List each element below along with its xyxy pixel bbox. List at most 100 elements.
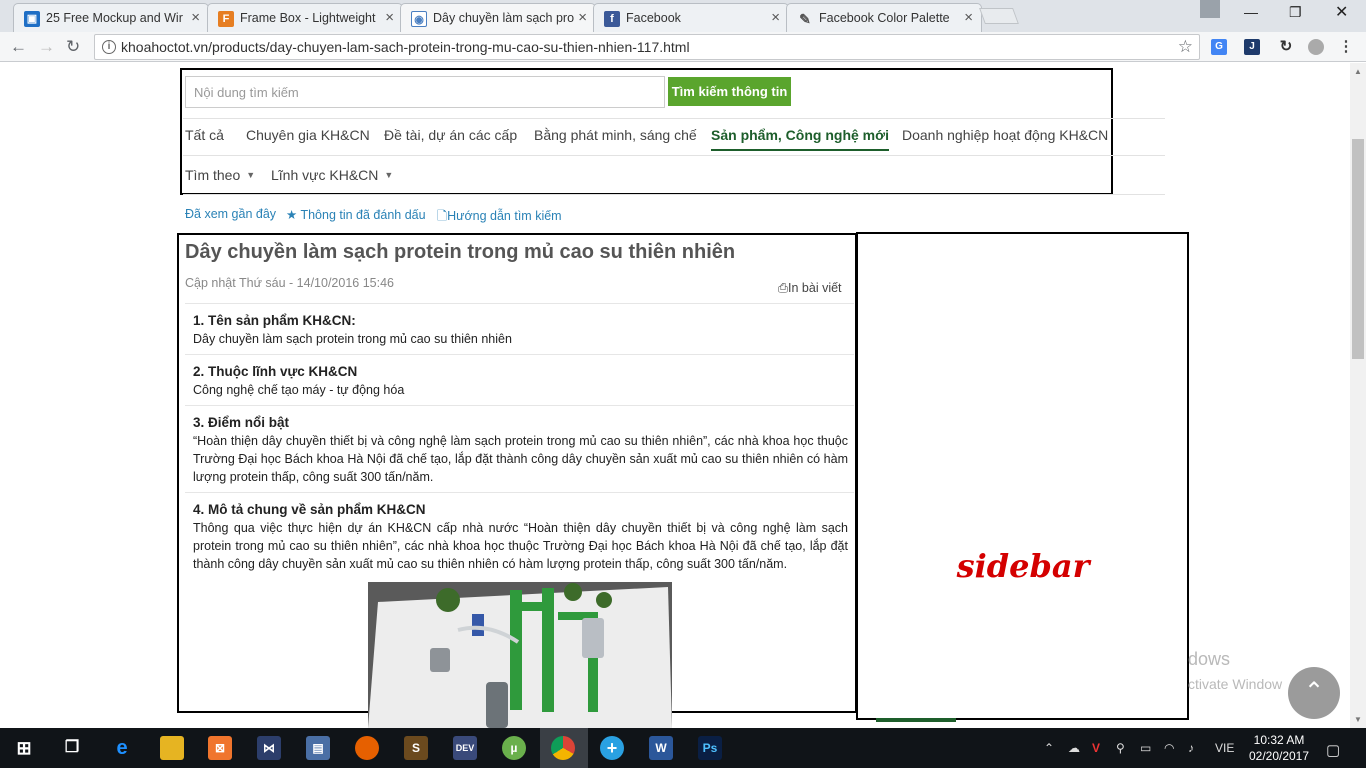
print-button[interactable]: ⎙In bài viết — [778, 281, 842, 296]
close-tab-icon[interactable]: × — [578, 9, 587, 26]
scroll-up-icon[interactable]: ▲ — [1354, 67, 1362, 76]
caret-down-icon: ▼ — [384, 170, 394, 180]
close-tab-icon[interactable]: × — [385, 9, 394, 26]
product-photo — [368, 582, 672, 728]
browser-tab-bar: ▣ 25 Free Mockup and Wir × F Frame Box -… — [0, 0, 1366, 32]
volume-icon[interactable]: ♪ — [1188, 741, 1194, 755]
firefox-icon[interactable] — [355, 736, 379, 760]
remote-desktop-icon[interactable]: ▤ — [306, 736, 330, 760]
tray-app-icon[interactable]: ⚲ — [1116, 741, 1125, 755]
new-tab-button[interactable] — [979, 8, 1019, 24]
extension-icon[interactable] — [1308, 39, 1324, 55]
updated-date: Cập nhật Thứ sáu - 14/10/2016 15:46 — [185, 276, 394, 290]
category-experts[interactable]: Chuyên gia KH&CN — [246, 127, 370, 143]
photoshop-icon[interactable]: Ps — [698, 736, 722, 760]
cloud-icon[interactable]: ☁ — [1068, 741, 1080, 755]
category-projects[interactable]: Đề tài, dự án các cấp — [384, 127, 517, 143]
browser-tab[interactable]: F Frame Box - Lightweight × — [207, 3, 403, 32]
info-icon[interactable]: i — [102, 40, 116, 54]
menu-icon[interactable]: ⋮ — [1338, 39, 1354, 55]
system-clock[interactable]: 10:32 AM 02/20/2017 — [1244, 732, 1314, 764]
search-button[interactable]: Tìm kiếm thông tin — [668, 77, 791, 106]
activation-watermark: dows — [1188, 649, 1231, 669]
chevron-up-icon: ⌃ — [1303, 678, 1325, 705]
article-title: Dây chuyền làm sạch protein trong mủ cao… — [185, 241, 736, 263]
browser-tab-active[interactable]: ◉ Dây chuyền làm sạch pro × — [400, 3, 596, 32]
bookmarked-link[interactable]: ★ Thông tin đã đánh dấu — [286, 207, 426, 222]
network-tool-icon[interactable]: ⋈ — [257, 736, 281, 760]
utorrent-icon[interactable]: µ — [502, 736, 526, 760]
browser-tab[interactable]: f Facebook × — [593, 3, 789, 32]
scroll-thumb[interactable] — [1352, 139, 1364, 359]
close-window-icon[interactable]: ✕ — [1335, 2, 1348, 22]
khoahoc-icon: ◉ — [411, 11, 427, 27]
browser-toolbar: ← → ↻ i khoahoctot.vn/products/day-chuye… — [0, 32, 1366, 62]
battery-icon[interactable]: ▭ — [1140, 741, 1151, 755]
back-to-top-button[interactable]: ⌃ — [1288, 667, 1340, 719]
edge-icon[interactable]: e — [110, 736, 134, 760]
facebook-icon: f — [604, 11, 620, 27]
machine-illustration — [368, 582, 672, 728]
printer-icon: ⎙ — [778, 281, 789, 295]
wifi-icon[interactable]: ◠ — [1164, 741, 1174, 755]
reload-icon[interactable]: ↻ — [66, 37, 80, 57]
mockup-icon: ▣ — [24, 11, 40, 27]
page-scrollbar[interactable]: ▲ ▼ — [1350, 63, 1366, 728]
extension-j-icon[interactable]: J — [1244, 39, 1260, 55]
field-dropdown[interactable]: Lĩnh vực KH&CN ▼ — [271, 167, 393, 183]
chrome-icon[interactable] — [551, 736, 575, 760]
forward-icon[interactable]: → — [38, 37, 55, 57]
sidebar-strip — [876, 718, 956, 722]
category-enterprises[interactable]: Doanh nghiệp hoạt động KH&CN — [902, 127, 1108, 143]
devcpp-icon[interactable]: DEV — [453, 736, 477, 760]
xampp-icon[interactable]: ⊠ — [208, 736, 232, 760]
maximize-icon[interactable]: ❐ — [1289, 4, 1302, 21]
close-tab-icon[interactable]: × — [191, 9, 200, 26]
word-icon[interactable]: W — [649, 736, 673, 760]
search-input[interactable]: Nội dung tìm kiếm — [185, 76, 665, 108]
windows-start-icon[interactable]: ⊞ — [12, 736, 36, 760]
star-icon: ★ — [286, 208, 298, 222]
task-view-icon[interactable]: ❐ — [60, 736, 84, 760]
antivirus-icon[interactable]: V — [1092, 741, 1100, 755]
show-hidden-icons[interactable]: ⌃ — [1044, 741, 1054, 755]
file-explorer-icon[interactable] — [160, 736, 184, 760]
divider — [183, 194, 1165, 195]
category-products[interactable]: Sản phẩm, Công nghệ mới — [711, 127, 889, 151]
sync-icon[interactable]: ↻ — [1278, 39, 1294, 55]
close-tab-icon[interactable]: × — [964, 9, 973, 26]
browser-tab[interactable]: ✎ Facebook Color Palette × — [786, 3, 982, 32]
article-section: 3. Điểm nổi bật “Hoàn thiện dây chuyền t… — [185, 405, 854, 492]
palette-icon: ✎ — [799, 11, 811, 27]
browser-tab[interactable]: ▣ 25 Free Mockup and Wir × — [13, 3, 209, 32]
taskbar: ⊞ ❐ e ⊠ ⋈ ▤ S DEV µ + W Ps ⌃ ☁ V ⚲ ▭ ◠ ♪… — [0, 728, 1366, 768]
close-tab-icon[interactable]: × — [771, 9, 780, 26]
bookmark-star-icon[interactable]: ☆ — [1178, 37, 1193, 57]
article-section: 1. Tên sản phẩm KH&CN: Dây chuyền làm sạ… — [185, 303, 854, 354]
address-bar[interactable]: i khoahoctot.vn/products/day-chuyen-lam-… — [94, 34, 1200, 60]
translate-icon[interactable]: G — [1211, 39, 1227, 55]
notification-icon[interactable]: ▢ — [1326, 741, 1340, 759]
category-all[interactable]: Tất cả — [185, 127, 224, 143]
document-icon: 🗋 — [437, 209, 448, 223]
minimize-icon[interactable]: — — [1244, 4, 1258, 20]
scroll-down-icon[interactable]: ▼ — [1354, 715, 1362, 724]
user-profile-icon[interactable] — [1200, 0, 1220, 18]
sidebar-placeholder: sidebar — [956, 547, 1090, 585]
search-guide-link[interactable]: 🗋Hướng dẫn tìm kiếm — [437, 207, 562, 228]
caret-down-icon: ▼ — [246, 170, 256, 180]
framebox-icon: F — [218, 11, 234, 27]
divider — [183, 118, 1165, 119]
web-page: Nội dung tìm kiếm Tìm kiếm thông tin Tất… — [0, 63, 1350, 728]
category-patents[interactable]: Bằng phát minh, sáng chế — [534, 127, 697, 143]
find-by-dropdown[interactable]: Tìm theo ▼ — [185, 167, 255, 183]
divider — [183, 155, 1165, 156]
recent-link[interactable]: Đã xem gần đây — [185, 207, 276, 221]
activation-watermark-sub: ctivate Window — [1188, 676, 1283, 692]
sublime-icon[interactable]: S — [404, 736, 428, 760]
language-indicator[interactable]: VIE — [1215, 741, 1234, 755]
article-section: 4. Mô tả chung về sản phẩm KH&CN Thông q… — [185, 492, 854, 580]
back-icon[interactable]: ← — [10, 37, 27, 57]
plus-app-icon[interactable]: + — [600, 736, 624, 760]
article-section: 2. Thuộc lĩnh vực KH&CN Công nghệ chế tạ… — [185, 354, 854, 405]
